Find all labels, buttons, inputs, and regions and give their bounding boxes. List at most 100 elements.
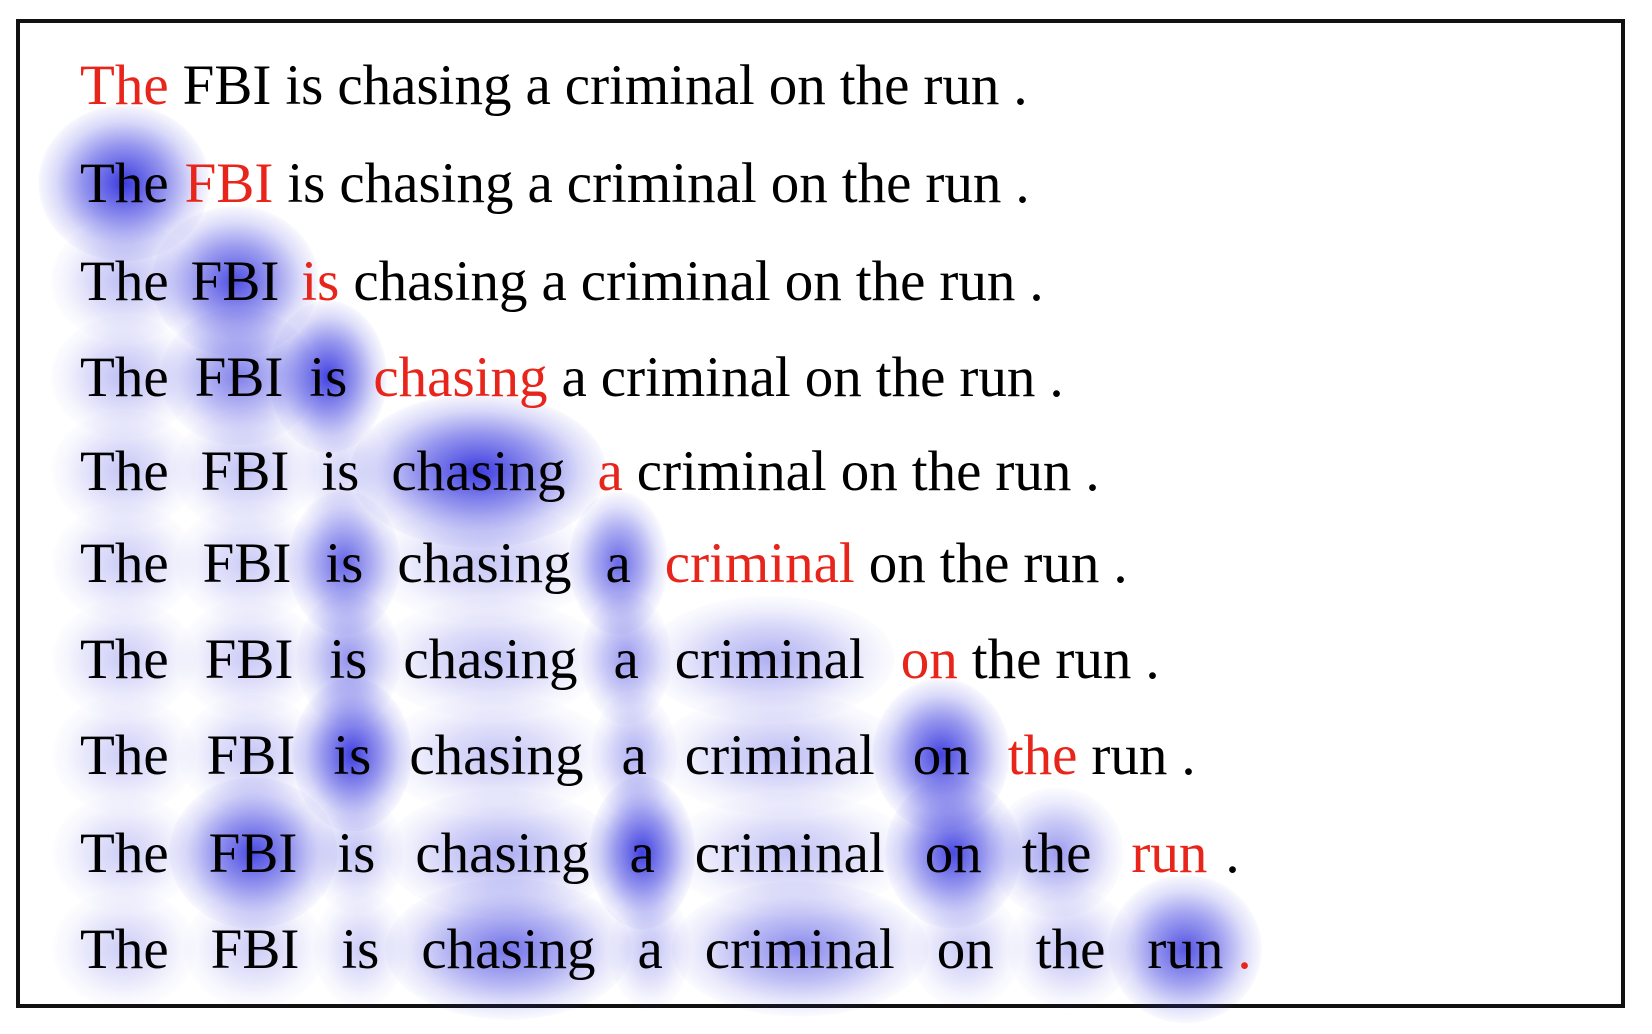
- token-the[interactable]: The: [51, 410, 197, 532]
- token-fbi[interactable]: FBI: [151, 206, 319, 356]
- token-period[interactable]: .: [1013, 155, 1031, 212]
- token-run[interactable]: run: [1109, 875, 1262, 1023]
- token-fbi[interactable]: FBI: [183, 889, 327, 1009]
- token-the[interactable]: the: [854, 253, 928, 310]
- token-the[interactable]: the: [840, 155, 914, 212]
- token-period[interactable]: .: [1083, 443, 1101, 500]
- token-the[interactable]: The: [52, 889, 196, 1009]
- token-criminal[interactable]: criminal: [644, 596, 895, 722]
- token-chasing[interactable]: chasing: [335, 57, 513, 114]
- token-on[interactable]: on: [885, 777, 1022, 929]
- token-on[interactable]: on: [767, 57, 828, 114]
- token-is[interactable]: is: [308, 792, 404, 914]
- token-a[interactable]: a: [609, 888, 692, 1010]
- token-is[interactable]: is: [269, 300, 388, 454]
- token-is[interactable]: is: [283, 57, 325, 114]
- token-period[interactable]: .: [1223, 825, 1241, 882]
- token-chasing[interactable]: chasing: [351, 253, 529, 310]
- token-a[interactable]: a: [523, 57, 552, 114]
- token-a[interactable]: a: [581, 593, 671, 725]
- token-is[interactable]: is: [293, 678, 412, 832]
- token-the[interactable]: The: [52, 695, 196, 815]
- token-is[interactable]: is: [299, 253, 341, 310]
- token-criminal[interactable]: criminal: [565, 155, 759, 212]
- token-on[interactable]: on: [769, 155, 830, 212]
- token-period[interactable]: .: [1235, 921, 1253, 978]
- token-on[interactable]: on: [872, 678, 1010, 832]
- token-a[interactable]: a: [525, 155, 554, 212]
- token-fbi[interactable]: FBI: [181, 57, 274, 114]
- token-period[interactable]: .: [1179, 727, 1197, 784]
- token-the[interactable]: the: [1007, 888, 1134, 1010]
- token-a[interactable]: a: [559, 349, 588, 406]
- token-a[interactable]: a: [589, 776, 696, 930]
- token-period[interactable]: .: [1011, 57, 1029, 114]
- token-is[interactable]: is: [285, 155, 327, 212]
- token-chasing[interactable]: chasing: [369, 502, 600, 624]
- token-the[interactable]: the: [874, 349, 948, 406]
- token-criminal[interactable]: criminal: [563, 57, 757, 114]
- token-on[interactable]: on: [899, 631, 960, 688]
- token-period[interactable]: .: [1027, 253, 1045, 310]
- token-the[interactable]: the: [838, 57, 912, 114]
- token-the[interactable]: The: [51, 315, 198, 439]
- token-the[interactable]: the: [989, 787, 1124, 919]
- token-fbi[interactable]: FBI: [172, 410, 318, 532]
- token-run[interactable]: run: [1129, 825, 1209, 882]
- token-a[interactable]: a: [568, 491, 668, 635]
- token-run[interactable]: run: [1053, 631, 1133, 688]
- token-a[interactable]: a: [591, 692, 677, 818]
- token-criminal[interactable]: criminal: [666, 792, 914, 914]
- token-run[interactable]: run: [1089, 727, 1169, 784]
- token-on[interactable]: on: [909, 889, 1022, 1009]
- token-period[interactable]: .: [1047, 349, 1065, 406]
- token-run[interactable]: run: [1021, 535, 1101, 592]
- token-run[interactable]: run: [923, 155, 1003, 212]
- token-chasing[interactable]: chasing: [385, 878, 632, 1020]
- token-period[interactable]: .: [1111, 535, 1129, 592]
- token-chasing[interactable]: chasing: [350, 393, 607, 549]
- token-is[interactable]: is: [296, 592, 401, 726]
- token-chasing[interactable]: chasing: [381, 694, 612, 816]
- token-is[interactable]: is: [288, 490, 401, 636]
- token-the[interactable]: the: [938, 535, 1012, 592]
- token-on[interactable]: on: [783, 253, 844, 310]
- token-the[interactable]: the: [970, 631, 1044, 688]
- token-on[interactable]: on: [803, 349, 864, 406]
- token-the[interactable]: The: [52, 503, 197, 623]
- token-fbi[interactable]: FBI: [183, 155, 276, 212]
- token-chasing[interactable]: chasing: [384, 789, 620, 917]
- token-criminal[interactable]: criminal: [656, 693, 904, 817]
- token-fbi[interactable]: FBI: [160, 308, 318, 446]
- token-is[interactable]: is: [294, 412, 387, 530]
- token-the[interactable]: The: [52, 599, 197, 719]
- token-criminal[interactable]: criminal: [671, 881, 929, 1017]
- token-chasing[interactable]: chasing: [374, 598, 606, 720]
- token-the[interactable]: The: [52, 793, 196, 913]
- token-fbi[interactable]: FBI: [176, 599, 322, 719]
- token-the[interactable]: the: [1006, 727, 1080, 784]
- token-the[interactable]: The: [78, 57, 171, 114]
- token-is[interactable]: is: [313, 889, 407, 1009]
- token-criminal[interactable]: criminal: [579, 253, 773, 310]
- token-on[interactable]: on: [867, 535, 928, 592]
- token-criminal[interactable]: criminal: [635, 443, 829, 500]
- token-fbi[interactable]: FBI: [169, 777, 337, 929]
- token-run[interactable]: run: [921, 57, 1001, 114]
- token-the[interactable]: the: [910, 443, 984, 500]
- token-period[interactable]: .: [1143, 631, 1161, 688]
- token-a[interactable]: a: [539, 253, 568, 310]
- token-fbi[interactable]: FBI: [175, 503, 319, 623]
- token-the[interactable]: The: [51, 219, 198, 343]
- token-run[interactable]: run: [993, 443, 1073, 500]
- token-a[interactable]: a: [595, 443, 624, 500]
- token-chasing[interactable]: chasing: [371, 349, 549, 406]
- token-criminal[interactable]: criminal: [663, 535, 857, 592]
- token-criminal[interactable]: criminal: [599, 349, 793, 406]
- token-chasing[interactable]: chasing: [337, 155, 515, 212]
- token-the[interactable]: The: [38, 105, 210, 261]
- token-run[interactable]: run: [957, 349, 1037, 406]
- token-fbi[interactable]: FBI: [178, 694, 324, 816]
- token-on[interactable]: on: [839, 443, 900, 500]
- token-run[interactable]: run: [937, 253, 1017, 310]
